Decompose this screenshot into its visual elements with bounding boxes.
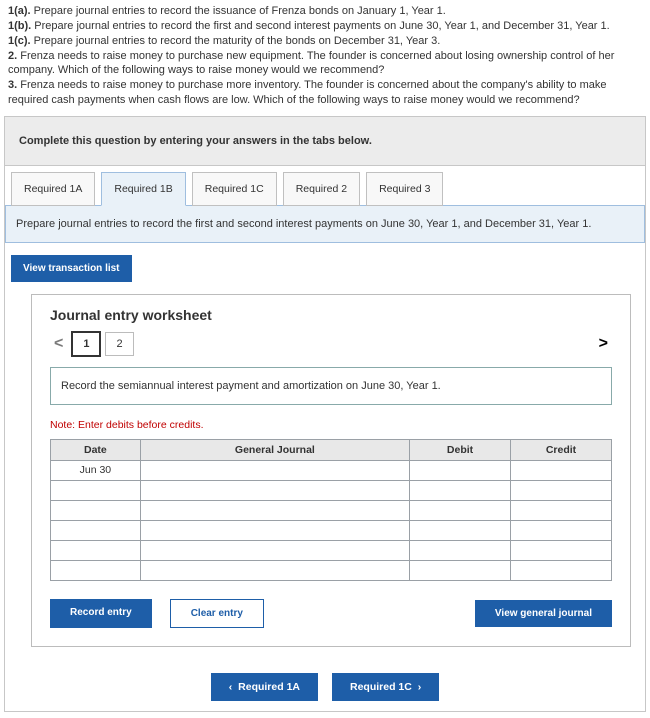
worksheet-button-row: Record entry Clear entry View general jo… [50, 599, 612, 628]
entry-pager: < 1 2 > [50, 331, 612, 357]
debits-note: Note: Enter debits before credits. [50, 419, 612, 431]
table-row [51, 500, 612, 520]
col-debit: Debit [410, 439, 511, 460]
prev-tab-button[interactable]: ‹ Required 1A [211, 673, 318, 701]
next-tab-button[interactable]: Required 1C › [332, 673, 439, 701]
tab-nav-buttons: ‹ Required 1A Required 1C › [5, 663, 645, 711]
table-row [51, 480, 612, 500]
table-row: Jun 30 [51, 460, 612, 480]
table-row [51, 560, 612, 580]
col-date: Date [51, 439, 141, 460]
clear-entry-button[interactable]: Clear entry [170, 599, 264, 628]
table-row [51, 520, 612, 540]
pager-page-1[interactable]: 1 [71, 331, 101, 357]
table-row [51, 540, 612, 560]
chevron-left-icon: ‹ [229, 681, 233, 693]
active-tab-prompt: Prepare journal entries to record the fi… [5, 205, 645, 243]
journal-entry-worksheet: Journal entry worksheet < 1 2 > Record t… [31, 294, 631, 647]
question-block: 1(a). Prepare journal entries to record … [0, 0, 650, 110]
tab-strip: Required 1A Required 1B Required 1C Requ… [5, 166, 645, 206]
answer-panel: Complete this question by entering your … [4, 116, 646, 712]
col-general-journal: General Journal [140, 439, 409, 460]
tab-required-2[interactable]: Required 2 [283, 172, 360, 206]
instruction-bar: Complete this question by entering your … [5, 117, 645, 166]
worksheet-title: Journal entry worksheet [50, 307, 612, 323]
tab-required-1b[interactable]: Required 1B [101, 172, 185, 206]
debit-cell[interactable] [410, 460, 511, 480]
tab-required-3[interactable]: Required 3 [366, 172, 443, 206]
chevron-right-icon: › [418, 681, 422, 693]
pager-prev-icon[interactable]: < [50, 335, 67, 353]
entry-description: Record the semiannual interest payment a… [50, 367, 612, 405]
pager-page-2[interactable]: 2 [105, 332, 133, 356]
tab-required-1c[interactable]: Required 1C [192, 172, 277, 206]
view-general-journal-button[interactable]: View general journal [475, 600, 612, 627]
pager-next-icon[interactable]: > [595, 335, 612, 353]
record-entry-button[interactable]: Record entry [50, 599, 152, 628]
col-credit: Credit [511, 439, 612, 460]
date-cell[interactable]: Jun 30 [51, 460, 141, 480]
gj-cell[interactable] [140, 460, 409, 480]
journal-table: Date General Journal Debit Credit Jun 30 [50, 439, 612, 581]
credit-cell[interactable] [511, 460, 612, 480]
view-transaction-list-button[interactable]: View transaction list [11, 255, 132, 282]
tab-required-1a[interactable]: Required 1A [11, 172, 95, 206]
